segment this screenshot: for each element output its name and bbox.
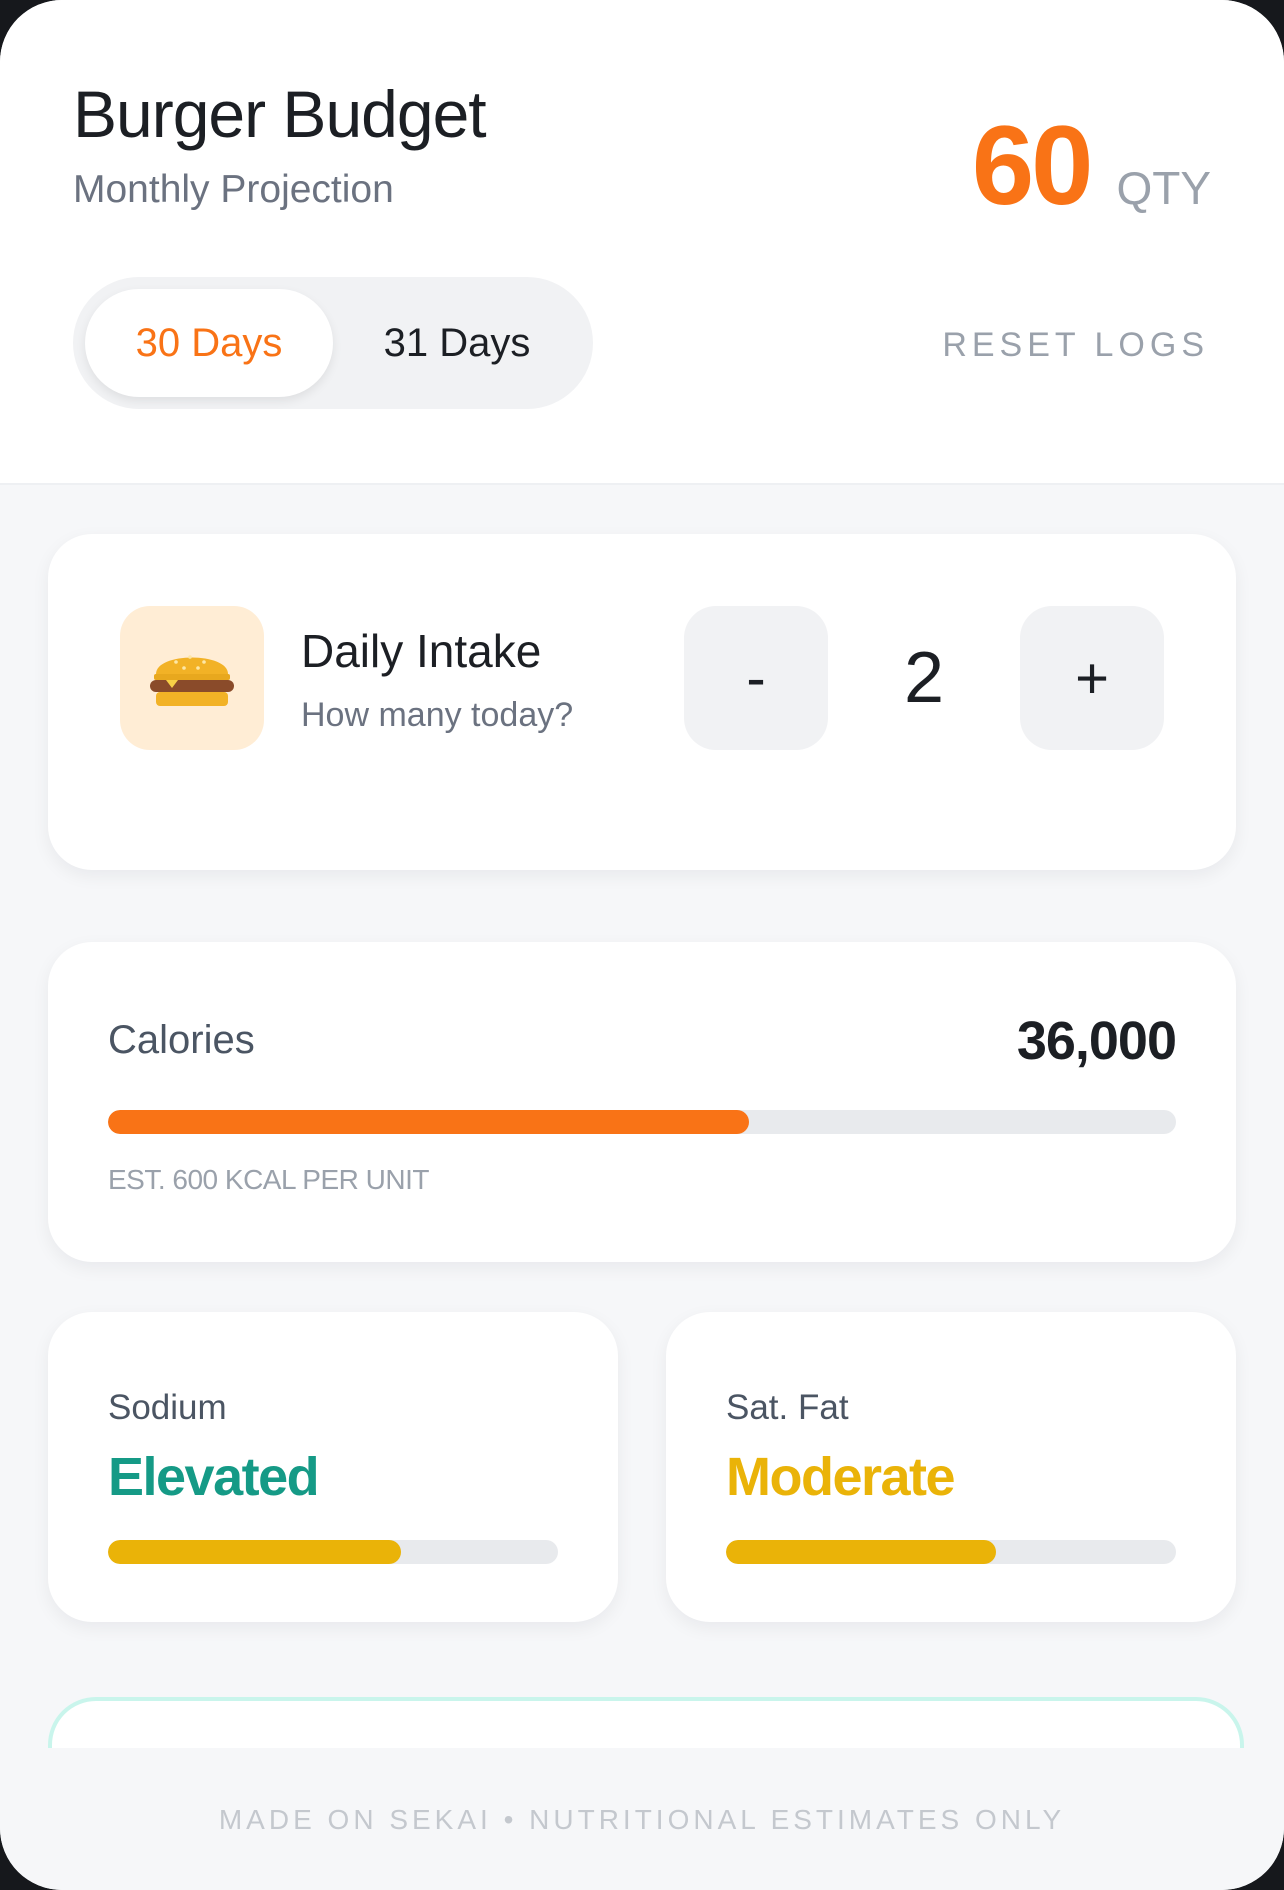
- period-option-30-days[interactable]: 30 Days: [85, 289, 333, 397]
- period-option-31-days[interactable]: 31 Days: [333, 289, 581, 397]
- calories-progress-bar: [108, 1110, 1176, 1134]
- intake-count: 2: [903, 638, 945, 718]
- sodium-card: Sodium Elevated: [48, 1312, 618, 1622]
- quantity-unit: QTY: [1116, 162, 1211, 214]
- sodium-progress-bar: [108, 1540, 558, 1564]
- intake-title: Daily Intake: [301, 625, 542, 677]
- sat-fat-label: Sat. Fat: [726, 1388, 849, 1427]
- sat-fat-progress-bar: [726, 1540, 1176, 1564]
- page-title: Burger Budget: [73, 77, 487, 151]
- calories-value: 36,000: [1016, 1011, 1177, 1071]
- quantity-summary: 60 QTY: [972, 110, 1211, 222]
- calories-progress-fill: [108, 1110, 749, 1134]
- increment-button[interactable]: +: [1020, 606, 1164, 750]
- decrement-button[interactable]: -: [684, 606, 828, 750]
- header: Burger Budget Monthly Projection 60 QTY …: [0, 0, 1284, 485]
- calories-card: Calories 36,000 EST. 600 KCAL PER UNIT: [48, 942, 1236, 1262]
- sodium-status: Elevated: [108, 1447, 320, 1507]
- sodium-label: Sodium: [108, 1388, 227, 1427]
- page-subtitle: Monthly Projection: [73, 168, 394, 211]
- sodium-progress-fill: [108, 1540, 401, 1564]
- intake-subtitle: How many today?: [301, 696, 574, 734]
- reset-logs-button[interactable]: RESET LOGS: [942, 326, 1209, 365]
- calories-note: EST. 600 KCAL PER UNIT: [108, 1164, 429, 1195]
- daily-intake-card: Daily Intake How many today? - 2 +: [48, 534, 1236, 870]
- app-screen: Burger Budget Monthly Projection 60 QTY …: [0, 0, 1284, 1890]
- burger-icon: [120, 606, 264, 750]
- calories-label: Calories: [108, 1018, 255, 1062]
- period-toggle: 30 Days 31 Days: [73, 277, 593, 409]
- sat-fat-status: Moderate: [726, 1447, 956, 1507]
- footer-text: MADE ON SEKAI • NUTRITIONAL ESTIMATES ON…: [218, 1804, 1066, 1835]
- sat-fat-progress-fill: [726, 1540, 996, 1564]
- quantity-value: 60: [971, 103, 1094, 228]
- sat-fat-card: Sat. Fat Moderate: [666, 1312, 1236, 1622]
